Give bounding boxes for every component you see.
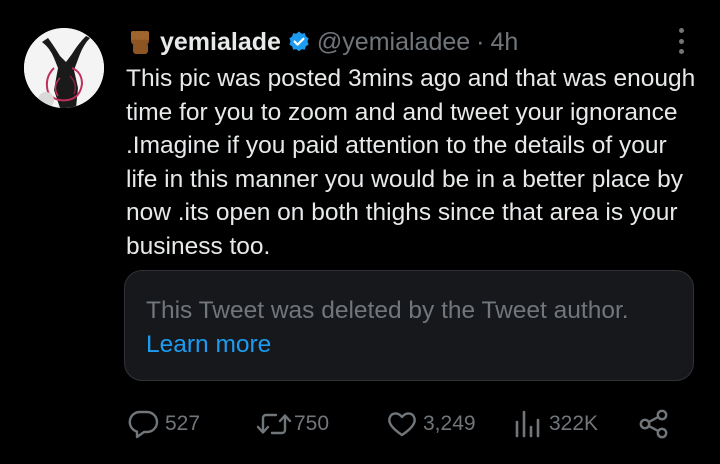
quoted-tweet-card[interactable]: This Tweet was deleted by the Tweet auth… [124,270,694,381]
author-handle[interactable]: @yemialadee [317,28,470,57]
separator-dot: · [476,27,485,56]
heart-icon [388,412,416,437]
views-button[interactable]: 322K [510,404,598,444]
more-options-icon[interactable] [672,26,690,56]
reply-button[interactable]: 527 [126,404,200,444]
deleted-tweet-message: This Tweet was deleted by the Tweet auth… [146,297,629,324]
share-button[interactable] [636,404,672,444]
tweet-timestamp[interactable]: 4h [491,28,519,57]
like-button[interactable]: 3,249 [384,404,476,444]
avatar-image [24,28,104,108]
tweet-header: yemialade @yemialadee · 4h [126,26,518,58]
reply-icon [128,410,159,439]
reply-count: 527 [165,412,201,435]
retweet-button[interactable]: 750 [254,404,329,444]
tweet-text: This pic was posted 3mins ago and that w… [126,65,696,260]
share-icon [639,409,668,439]
avatar[interactable] [24,28,104,108]
retweet-count: 750 [294,412,330,435]
tweet-actions: 527 750 3,249 322K [126,404,686,444]
raised-fist-emoji [126,28,154,56]
tweet: yemialade @yemialadee · 4h This pic was … [0,0,720,464]
verified-badge-icon [287,30,311,54]
view-count: 322K [549,412,599,435]
like-count: 3,249 [423,412,476,435]
learn-more-link[interactable]: Learn more [146,328,271,362]
retweet-icon [256,413,292,435]
author-display-name[interactable]: yemialade [160,28,281,57]
analytics-icon [515,410,540,438]
